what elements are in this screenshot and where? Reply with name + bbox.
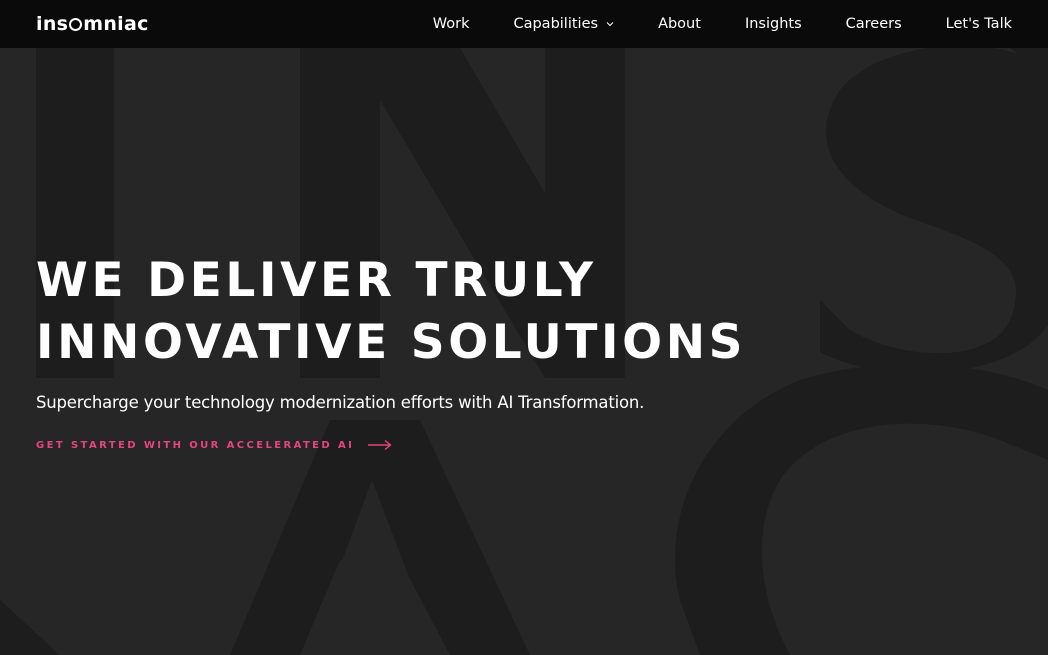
nav-item-label: About	[658, 16, 701, 32]
main-nav: Work Capabilities About Insights Careers…	[433, 0, 1012, 48]
hero-subtitle: Supercharge your technology modernizatio…	[36, 393, 645, 412]
nav-item-label: Let's Talk	[945, 16, 1012, 32]
logo-o-ring-icon	[69, 18, 83, 31]
page: ins mniac Work Capabilities About Insight…	[0, 0, 1048, 655]
brand-logo[interactable]: ins mniac	[36, 12, 149, 36]
chevron-down-icon	[606, 22, 614, 27]
logo-wordmark: ins mniac	[36, 13, 149, 35]
nav-item-work[interactable]: Work	[433, 16, 470, 32]
nav-item-lets-talk[interactable]: Let's Talk	[946, 16, 1012, 32]
hero-title-line-1: WE DELIVER TRULY	[36, 253, 597, 308]
nav-item-label: Work	[432, 16, 470, 32]
nav-item-label: Capabilities	[513, 16, 599, 32]
nav-item-label: Careers	[845, 16, 902, 32]
logo-text-start: ins	[36, 13, 69, 35]
nav-item-careers[interactable]: Careers	[846, 16, 902, 32]
logo-text-end: mniac	[83, 13, 149, 35]
cta-label: GET STARTED WITH OUR ACCELERATED AI	[36, 439, 355, 451]
nav-item-insights[interactable]: Insights	[745, 16, 802, 32]
cta-get-started-link[interactable]: GET STARTED WITH OUR ACCELERATED AI	[36, 439, 392, 451]
navbar: ins mniac Work Capabilities About Insight…	[0, 0, 1048, 48]
hero-title-line-2: INNOVATIVE SOLUTIONS	[36, 315, 747, 370]
nav-item-about[interactable]: About	[658, 16, 701, 32]
nav-item-label: Insights	[744, 16, 802, 32]
arrow-right-icon	[368, 439, 392, 451]
hero-title: WE DELIVER TRULY INNOVATIVE SOLUTIONS	[36, 250, 936, 374]
nav-item-capabilities[interactable]: Capabilities	[513, 16, 614, 32]
